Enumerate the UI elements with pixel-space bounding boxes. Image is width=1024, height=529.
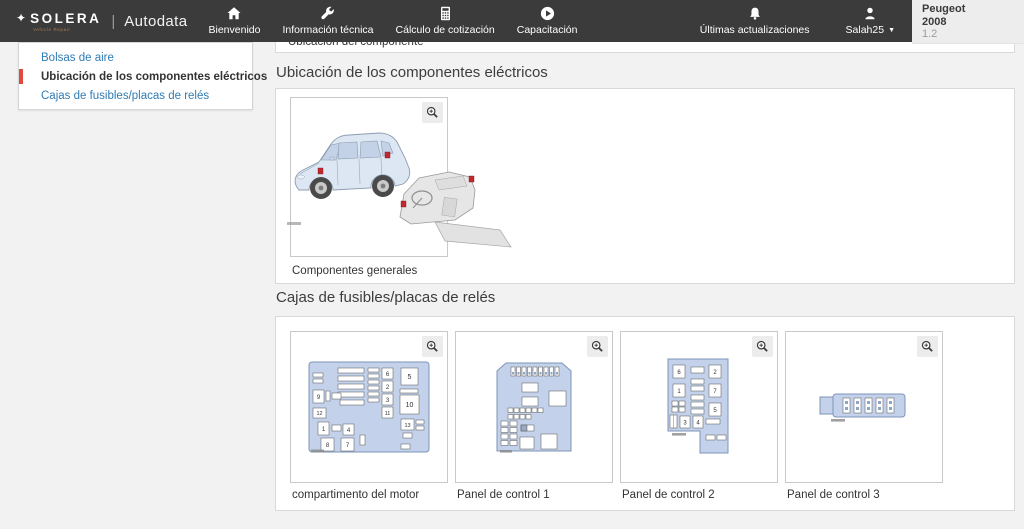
navbar-right-group: Últimas actualizaciones Salah25 ▼ — [689, 0, 906, 42]
latest-updates-label: Últimas actualizaciones — [699, 24, 810, 36]
svg-text:5: 5 — [408, 374, 412, 381]
nav-item-capacitacion[interactable]: Capacitación — [506, 0, 589, 42]
top-navbar: ✦ SOLERA Vehicle Repair | Autodata Bienv… — [0, 0, 912, 42]
thumbnail-panel-control-3[interactable] — [785, 331, 943, 483]
thumbnail-panel-control-1[interactable] — [455, 331, 613, 483]
solera-name: SOLERA — [30, 10, 102, 26]
nav-label: Bienvenido — [208, 24, 261, 36]
wrench-icon — [320, 6, 335, 21]
vehicle-make: Peugeot — [922, 3, 966, 15]
thumbnail-caption: Panel de control 1 — [457, 489, 550, 501]
play-icon — [540, 6, 555, 21]
brand-logo[interactable]: ✦ SOLERA Vehicle Repair | Autodata — [0, 11, 188, 32]
vehicle-model: 2008 — [922, 15, 947, 28]
calculator-icon — [438, 6, 453, 21]
bell-icon — [748, 6, 762, 21]
nav-label: Capacitación — [516, 24, 578, 36]
username: Salah25 — [845, 24, 885, 36]
zoom-in-button[interactable] — [917, 336, 938, 357]
zoom-in-button[interactable] — [422, 102, 443, 123]
thumbnail-caption: compartimento del motor — [292, 489, 420, 501]
svg-text:11: 11 — [385, 411, 391, 417]
svg-text:10: 10 — [406, 402, 414, 409]
nav-item-informacion-tecnica[interactable]: Información técnica — [271, 0, 384, 42]
nav-label: Información técnica — [282, 24, 374, 36]
zoom-in-button[interactable] — [422, 336, 443, 357]
latest-updates-button[interactable]: Últimas actualizaciones — [689, 0, 821, 42]
thumbnail-caption: Componentes generales — [292, 265, 418, 277]
thumbnail-panel-control-2[interactable]: 6 2 1 7 5 3 4 — [620, 331, 778, 483]
brand-separator: | — [111, 12, 116, 30]
autodata-logo: Autodata — [124, 12, 188, 30]
svg-text:13: 13 — [404, 423, 410, 429]
main-nav: Bienvenido Información técnica Cálculo d… — [198, 0, 589, 42]
chevron-down-icon: ▼ — [888, 26, 895, 34]
section-sidebar: Bolsas de aire Ubicación de los componen… — [18, 42, 267, 110]
autodata-app: ✦ SOLERA Vehicle Repair | Autodata Bienv… — [0, 0, 1024, 529]
nav-item-bienvenido[interactable]: Bienvenido — [198, 0, 272, 42]
vehicle-info-panel[interactable]: Peugeot 2008 1.2 — [912, 0, 1024, 44]
section-title-ubicacion: Ubicación de los componentes eléctricos — [276, 64, 548, 81]
nav-item-calculo-cotizacion[interactable]: Cálculo de cotización — [385, 0, 506, 42]
vehicle-engine: 1.2 — [922, 28, 938, 40]
thumbnail-caption: Panel de control 3 — [787, 489, 880, 501]
sidebar-item-cajas-fusibles[interactable]: Cajas de fusibles/placas de relés — [19, 86, 252, 105]
thumbnail-compartimento-motor[interactable]: 6 2 3 11 5 10 13 9 12 1 4 8 7 — [290, 331, 448, 483]
zoom-in-button[interactable] — [752, 336, 773, 357]
nav-label: Cálculo de cotización — [395, 24, 495, 36]
sidebar-item-ubicacion-componentes[interactable]: Ubicación de los componentes eléctricos — [19, 67, 267, 86]
zoom-in-button[interactable] — [587, 336, 608, 357]
thumbnail-caption: Panel de control 2 — [622, 489, 715, 501]
user-icon — [863, 6, 877, 21]
fuse-boxes-panel: 6 2 3 11 5 10 13 9 12 1 4 8 7 6 2 1 7 5 … — [275, 316, 1015, 511]
user-menu[interactable]: Salah25 ▼ — [835, 0, 906, 42]
home-icon — [226, 6, 242, 21]
svg-text:12: 12 — [316, 411, 322, 417]
components-panel: Componentes generales — [275, 88, 1015, 284]
solera-tagline: Vehicle Repair — [33, 26, 71, 32]
thumbnail-componentes-generales[interactable] — [287, 97, 512, 257]
solera-mark-icon: ✦ — [16, 11, 27, 25]
section-title-cajas-fusibles: Cajas de fusibles/placas de relés — [276, 289, 496, 306]
sidebar-item-bolsas-de-aire[interactable]: Bolsas de aire — [19, 48, 252, 67]
